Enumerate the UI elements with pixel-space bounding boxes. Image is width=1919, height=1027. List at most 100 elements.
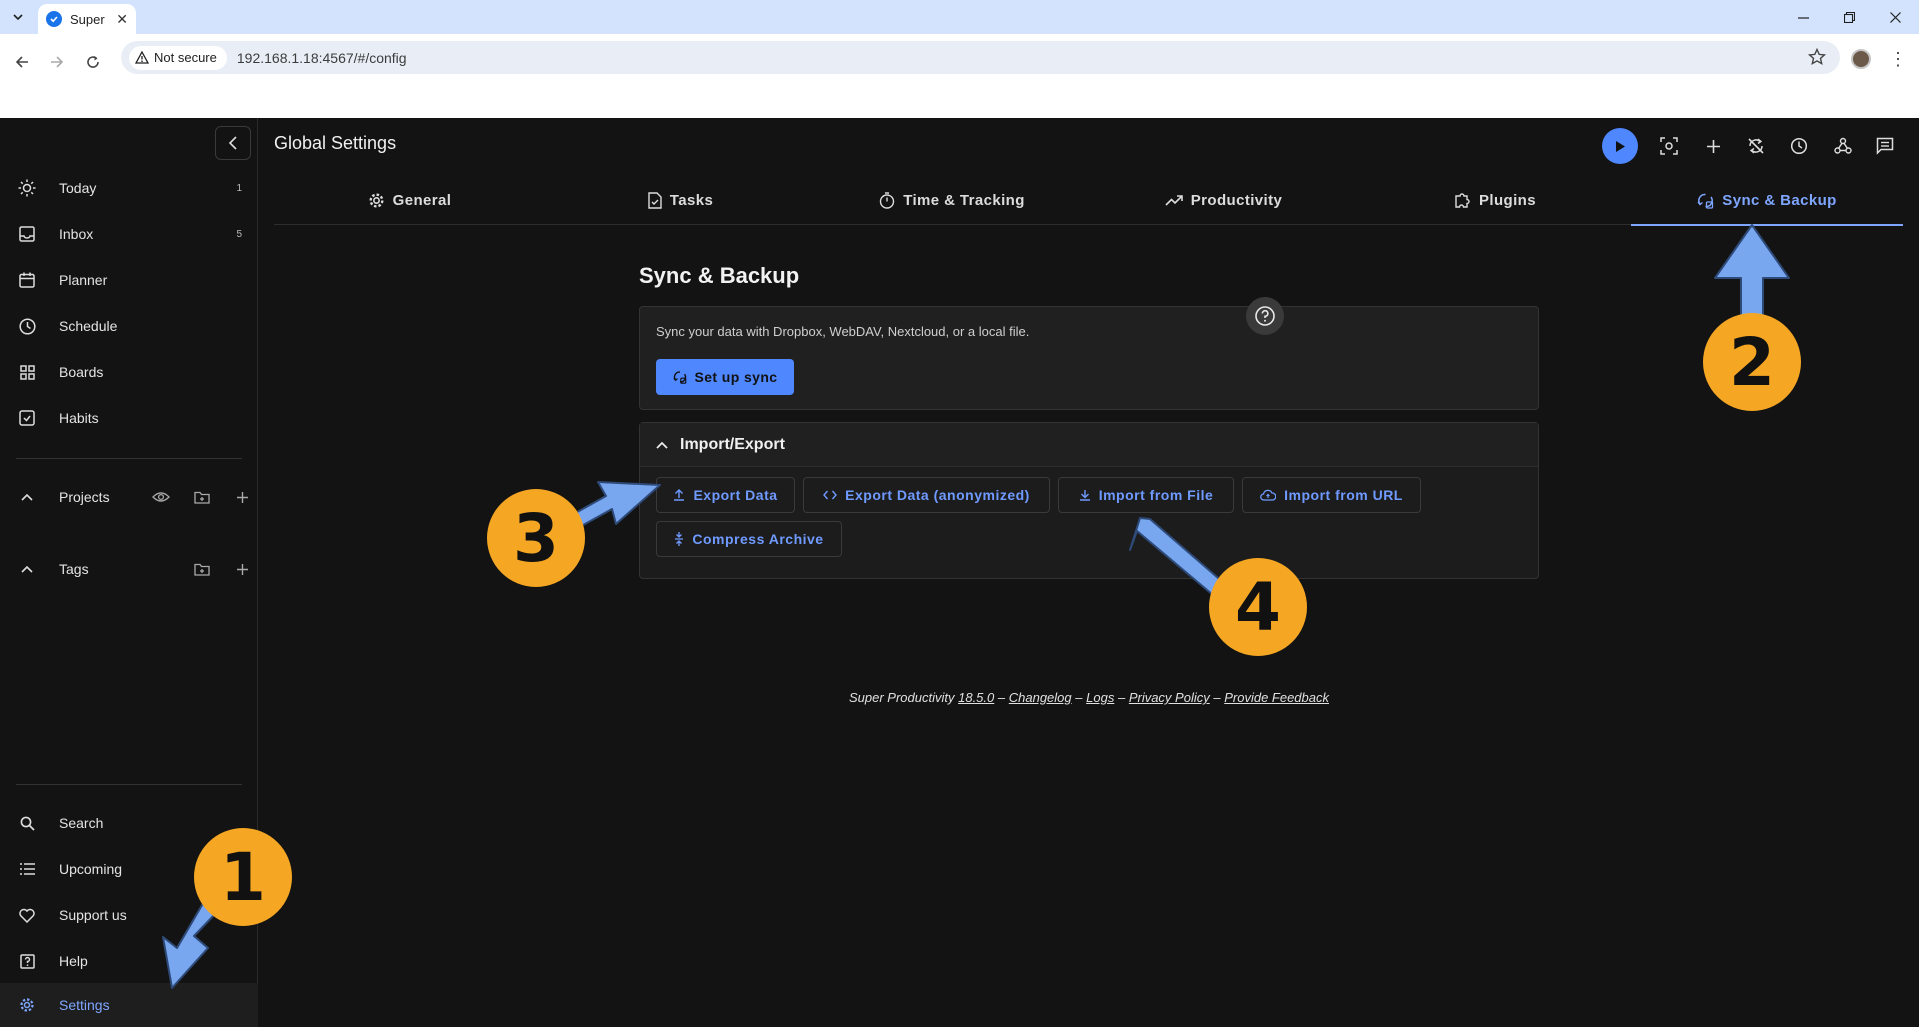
export-data-button[interactable]: Export Data — [656, 477, 795, 513]
question-icon — [1255, 306, 1275, 326]
sidebar-item-settings[interactable]: Settings — [0, 983, 258, 1027]
minimize-icon[interactable] — [1781, 0, 1825, 34]
sidebar-item-label: Planner — [59, 272, 108, 288]
import-file-button[interactable]: Import from File — [1058, 477, 1234, 513]
footer-privacy-link[interactable]: Privacy Policy — [1129, 690, 1210, 705]
sidebar-item-label: Boards — [59, 364, 104, 380]
compress-icon — [675, 532, 684, 546]
upload-icon — [674, 489, 685, 501]
sidebar-item-label: Habits — [59, 410, 99, 426]
webhook-button[interactable] — [1825, 128, 1861, 164]
button-label: Export Data — [693, 487, 778, 503]
browser-toolbar: Not secure 192.168.1.18:4567/#/config ⋮ — [0, 34, 1919, 118]
chevron-up-icon[interactable] — [18, 493, 36, 501]
add-folder-icon[interactable] — [191, 558, 213, 580]
focus-mode-button[interactable] — [1651, 128, 1687, 164]
sync-card: Sync your data with Dropbox, WebDAV, Nex… — [639, 306, 1539, 410]
chevron-left-icon — [228, 136, 237, 150]
tab-tasks[interactable]: Tasks — [545, 176, 816, 224]
footer-changelog-link[interactable]: Changelog — [1009, 690, 1072, 705]
tab-label: Tasks — [669, 191, 714, 209]
sidebar-item-boards[interactable]: Boards — [0, 350, 258, 394]
tab-close-icon[interactable]: ✕ — [116, 11, 128, 28]
footer-logs-link[interactable]: Logs — [1086, 690, 1114, 705]
sidebar-divider — [16, 458, 242, 459]
sidebar-section-tags[interactable]: Tags — [0, 549, 258, 589]
tab-plugins[interactable]: Plugins — [1359, 176, 1631, 224]
tab-time-tracking[interactable]: Time & Tracking — [816, 176, 1088, 224]
sidebar-item-planner[interactable]: Planner — [0, 258, 258, 302]
help-button[interactable] — [1246, 297, 1284, 335]
sidebar-section-projects[interactable]: Projects — [0, 477, 258, 517]
compress-archive-button[interactable]: Compress Archive — [656, 521, 842, 557]
calendar-icon — [18, 271, 36, 289]
notes-icon — [1876, 137, 1894, 155]
eye-icon[interactable] — [150, 486, 172, 508]
sidebar-divider — [16, 784, 242, 785]
sync-icon — [1697, 193, 1714, 209]
sidebar-item-label: Help — [59, 953, 88, 969]
warning-icon — [135, 51, 149, 64]
page-title: Global Settings — [274, 133, 397, 153]
collapse-sidebar-button[interactable] — [215, 126, 251, 160]
help-icon — [18, 952, 36, 970]
window-close-icon[interactable] — [1873, 0, 1917, 34]
history-button[interactable] — [1781, 128, 1817, 164]
tab-productivity[interactable]: Productivity — [1088, 176, 1359, 224]
download-icon — [1079, 490, 1090, 501]
button-label: Set up sync — [694, 369, 778, 385]
security-chip[interactable]: Not secure — [129, 45, 227, 70]
footer-feedback-link[interactable]: Provide Feedback — [1224, 690, 1329, 705]
add-folder-icon[interactable] — [191, 486, 213, 508]
tab-general[interactable]: General — [274, 176, 545, 224]
browser-tab[interactable]: Super ✕ — [38, 4, 136, 34]
restore-icon[interactable] — [1827, 0, 1871, 34]
export-anonymized-button[interactable]: Export Data (anonymized) — [803, 477, 1050, 513]
play-icon — [1616, 140, 1625, 152]
history-icon — [1790, 137, 1808, 155]
setup-sync-button[interactable]: Set up sync — [656, 359, 794, 395]
omnibox[interactable]: Not secure 192.168.1.18:4567/#/config — [121, 41, 1840, 74]
browser-menu-icon[interactable]: ⋮ — [1888, 48, 1908, 70]
add-task-button[interactable] — [1695, 128, 1731, 164]
url-text[interactable]: 192.168.1.18:4567/#/config — [237, 50, 407, 66]
notes-button[interactable] — [1867, 128, 1903, 164]
inbox-icon — [18, 225, 36, 243]
tab-label: General — [392, 191, 452, 209]
step-badge-1: 1 — [194, 828, 292, 926]
import-export-panel: Import/Export Export Data Export Data (a… — [639, 422, 1539, 579]
import-url-button[interactable]: Import from URL — [1242, 477, 1421, 513]
reload-icon[interactable] — [79, 48, 107, 76]
sidebar-item-inbox[interactable]: Inbox 5 — [0, 212, 258, 256]
profile-avatar[interactable] — [1851, 49, 1871, 69]
sidebar-item-schedule[interactable]: Schedule — [0, 304, 258, 348]
footer-version-link[interactable]: 18.5.0 — [958, 690, 994, 705]
tab-search-button[interactable] — [6, 6, 30, 28]
chevron-up-icon[interactable] — [18, 565, 36, 573]
sidebar-item-habits[interactable]: Habits — [0, 396, 258, 440]
tab-label: Productivity — [1190, 191, 1283, 209]
sidebar-item-count: 5 — [236, 228, 242, 240]
browser-tabstrip: Super ✕ — [0, 0, 1919, 34]
step-badge-4: 4 — [1209, 558, 1307, 656]
footer: Super Productivity 18.5.0 – Changelog – … — [259, 690, 1919, 705]
tab-label: Time & Tracking — [903, 191, 1025, 209]
import-export-header[interactable]: Import/Export — [640, 423, 1538, 467]
app-favicon-icon — [46, 11, 62, 27]
sidebar-item-help[interactable]: Help — [0, 939, 258, 983]
footer-sep: – — [997, 690, 1006, 705]
webhook-icon — [1834, 137, 1852, 154]
sync-off-button[interactable] — [1738, 128, 1774, 164]
forward-icon[interactable] — [43, 48, 71, 76]
footer-sep: – — [1075, 690, 1083, 705]
tab-sync-backup[interactable]: Sync & Backup — [1631, 176, 1903, 226]
tab-title: Super — [70, 11, 105, 27]
sidebar-item-label: Today — [59, 180, 97, 196]
bookmark-star-icon[interactable] — [1808, 48, 1826, 66]
back-icon[interactable] — [8, 48, 36, 76]
plus-icon[interactable] — [231, 486, 253, 508]
sidebar-item-count: 1 — [236, 182, 242, 194]
play-button[interactable] — [1602, 128, 1638, 164]
plus-icon[interactable] — [231, 558, 253, 580]
sidebar-item-today[interactable]: Today 1 — [0, 166, 258, 210]
